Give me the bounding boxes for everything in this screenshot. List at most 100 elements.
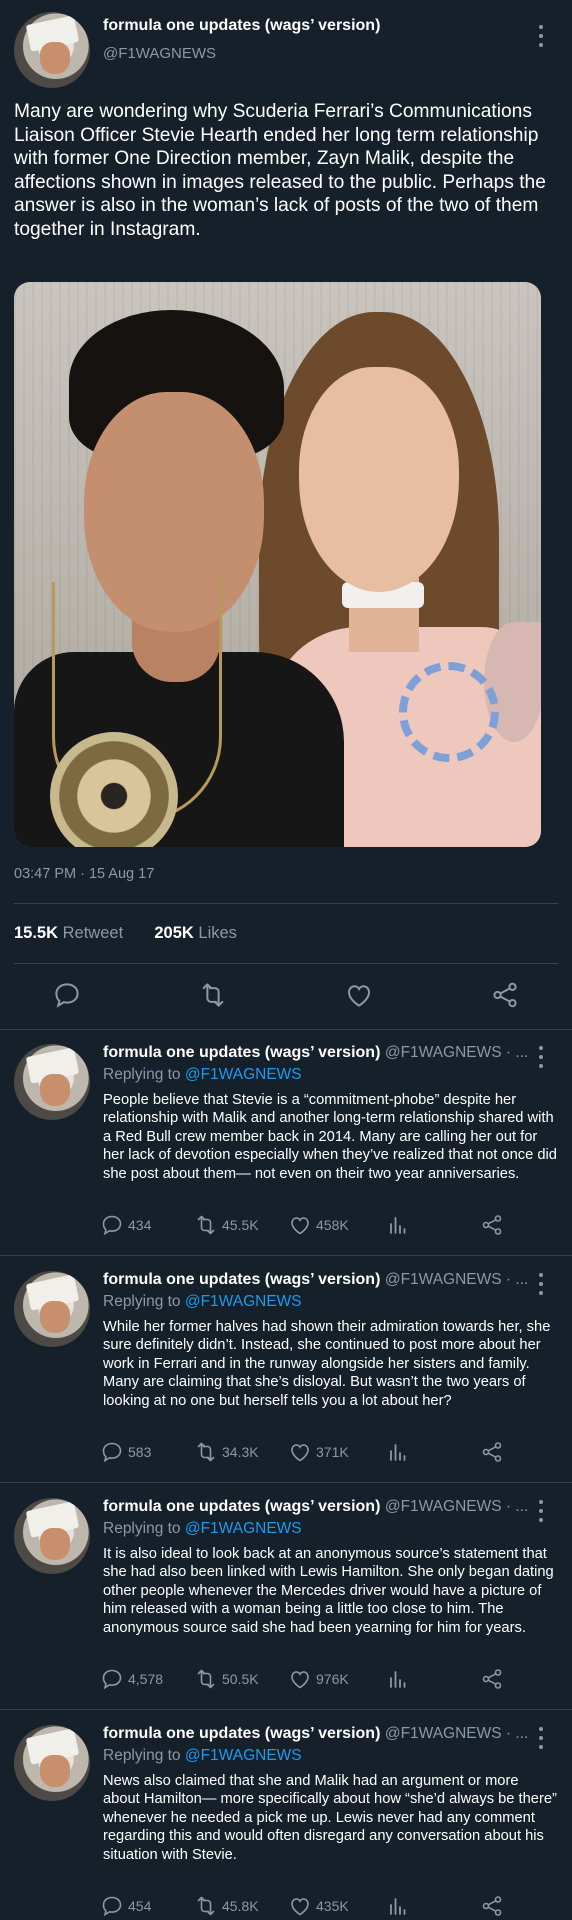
more-options-icon[interactable] [537, 1500, 545, 1522]
reply-icon[interactable] [52, 980, 82, 1010]
like-button[interactable]: 435K [288, 1893, 349, 1919]
reply-count: 583 [128, 1444, 152, 1460]
author-name[interactable]: formula one updates (wags’ version) [103, 1044, 380, 1061]
like-count[interactable]: 205K [154, 924, 193, 942]
analytics-button[interactable] [386, 1666, 410, 1692]
reply-button[interactable]: 4,578 [100, 1666, 163, 1692]
more-options-icon[interactable] [537, 1046, 545, 1068]
like-count: 371K [316, 1444, 349, 1460]
analytics-button[interactable] [386, 1893, 410, 1919]
analytics-icon [390, 1898, 406, 1915]
share-button[interactable] [480, 1212, 504, 1238]
reply-tweet[interactable]: formula one updates (wags’ version) @F1W… [0, 1484, 572, 1710]
share-icon[interactable] [490, 980, 520, 1010]
replying-label: Replying to [103, 1747, 181, 1764]
reply-actions: 454 45.8K 435K [100, 1893, 520, 1919]
reply-tweet[interactable]: formula one updates (wags’ version) @F1W… [0, 1030, 572, 1256]
like-icon [291, 1444, 309, 1462]
like-button[interactable]: 371K [288, 1439, 349, 1465]
reply-button[interactable]: 434 [100, 1212, 151, 1238]
reply-tweet[interactable]: formula one updates (wags’ version) @F1W… [0, 1257, 572, 1483]
share-button[interactable] [480, 1439, 504, 1465]
reply-text: News also claimed that she and Malik had… [103, 1773, 557, 1863]
like-button[interactable]: 976K [288, 1666, 349, 1692]
author-handle[interactable]: @F1WAGNEWS · ... [385, 1725, 528, 1742]
share-icon [482, 1442, 502, 1462]
tweet-actions [0, 980, 572, 1020]
retweet-button[interactable]: 45.5K [194, 1212, 259, 1238]
reply-icon [102, 1442, 122, 1463]
like-icon [291, 1217, 309, 1235]
divider [14, 903, 558, 904]
replying-label: Replying to [103, 1520, 181, 1537]
reply-icon [102, 1215, 122, 1236]
mention-link[interactable]: @F1WAGNEWS [185, 1520, 302, 1537]
reply-button[interactable]: 454 [100, 1893, 151, 1919]
avatar[interactable] [14, 1725, 90, 1801]
analytics-icon [390, 1217, 406, 1234]
author-handle[interactable]: @F1WAGNEWS [103, 45, 216, 62]
reply-tweet[interactable]: formula one updates (wags’ version) @F1W… [0, 1711, 572, 1920]
reply-text: It is also ideal to look back at an anon… [103, 1546, 554, 1636]
reply-actions: 4,578 50.5K 976K [100, 1666, 520, 1692]
share-button[interactable] [480, 1666, 504, 1692]
like-count: 458K [316, 1217, 349, 1233]
retweet-label[interactable]: Retweet [63, 924, 124, 942]
like-icon[interactable] [344, 980, 374, 1010]
share-icon [482, 1669, 502, 1689]
avatar[interactable] [14, 1044, 90, 1120]
author-handle[interactable]: @F1WAGNEWS · ... [385, 1498, 528, 1515]
like-button[interactable]: 458K [288, 1212, 349, 1238]
retweet-button[interactable]: 34.3K [194, 1439, 259, 1465]
tweet-photo[interactable] [14, 282, 541, 847]
retweet-button[interactable]: 50.5K [194, 1666, 259, 1692]
more-options-icon[interactable] [537, 25, 545, 47]
replying-label: Replying to [103, 1066, 181, 1083]
like-icon [291, 1671, 309, 1689]
replying-to: Replying to @F1WAGNEWS [103, 1293, 302, 1311]
replying-to: Replying to @F1WAGNEWS [103, 1747, 302, 1765]
reply-icon [102, 1896, 122, 1917]
analytics-button[interactable] [386, 1212, 410, 1238]
like-count: 435K [316, 1898, 349, 1914]
author-name[interactable]: formula one updates (wags’ version) [103, 1498, 380, 1515]
main-tweet: formula one updates (wags’ version) @F1W… [0, 0, 572, 1030]
tweet-text: Many are wondering why Scuderia Ferrari’… [14, 101, 546, 240]
mention-link[interactable]: @F1WAGNEWS [185, 1747, 302, 1764]
avatar[interactable] [14, 12, 90, 88]
mention-link[interactable]: @F1WAGNEWS [185, 1293, 302, 1310]
analytics-icon [390, 1444, 406, 1461]
author-handle[interactable]: @F1WAGNEWS · ... [385, 1044, 528, 1061]
author-name[interactable]: formula one updates (wags’ version) [103, 1271, 380, 1288]
like-label[interactable]: Likes [198, 924, 237, 942]
reply-icon [102, 1669, 122, 1690]
reply-count: 454 [128, 1898, 152, 1914]
mention-link[interactable]: @F1WAGNEWS [185, 1066, 302, 1083]
retweet-count[interactable]: 15.5K [14, 924, 58, 942]
retweet-icon [197, 1896, 215, 1916]
retweet-count: 34.3K [222, 1444, 259, 1460]
retweet-icon[interactable] [198, 980, 228, 1010]
share-icon [482, 1896, 502, 1916]
author-name[interactable]: formula one updates (wags’ version) [103, 17, 380, 35]
replying-label: Replying to [103, 1293, 181, 1310]
retweet-count: 45.5K [222, 1217, 259, 1233]
analytics-button[interactable] [386, 1439, 410, 1465]
avatar[interactable] [14, 1271, 90, 1347]
share-button[interactable] [480, 1893, 504, 1919]
tweet-stats: 15.5K Retweet 205K Likes [14, 924, 237, 943]
tweet-timestamp[interactable]: 03:47 PM · 15 Aug 17 [14, 866, 154, 882]
reply-count: 434 [128, 1217, 152, 1233]
like-icon [291, 1898, 309, 1916]
retweet-icon [197, 1442, 215, 1462]
author-handle[interactable]: @F1WAGNEWS · ... [385, 1271, 528, 1288]
share-icon [482, 1215, 502, 1235]
more-options-icon[interactable] [537, 1273, 545, 1295]
more-options-icon[interactable] [537, 1727, 545, 1749]
retweet-button[interactable]: 45.8K [194, 1893, 259, 1919]
retweet-icon [197, 1669, 215, 1689]
author-name[interactable]: formula one updates (wags’ version) [103, 1725, 380, 1742]
reply-text: People believe that Stevie is a “commitm… [103, 1092, 557, 1182]
avatar[interactable] [14, 1498, 90, 1574]
reply-button[interactable]: 583 [100, 1439, 151, 1465]
